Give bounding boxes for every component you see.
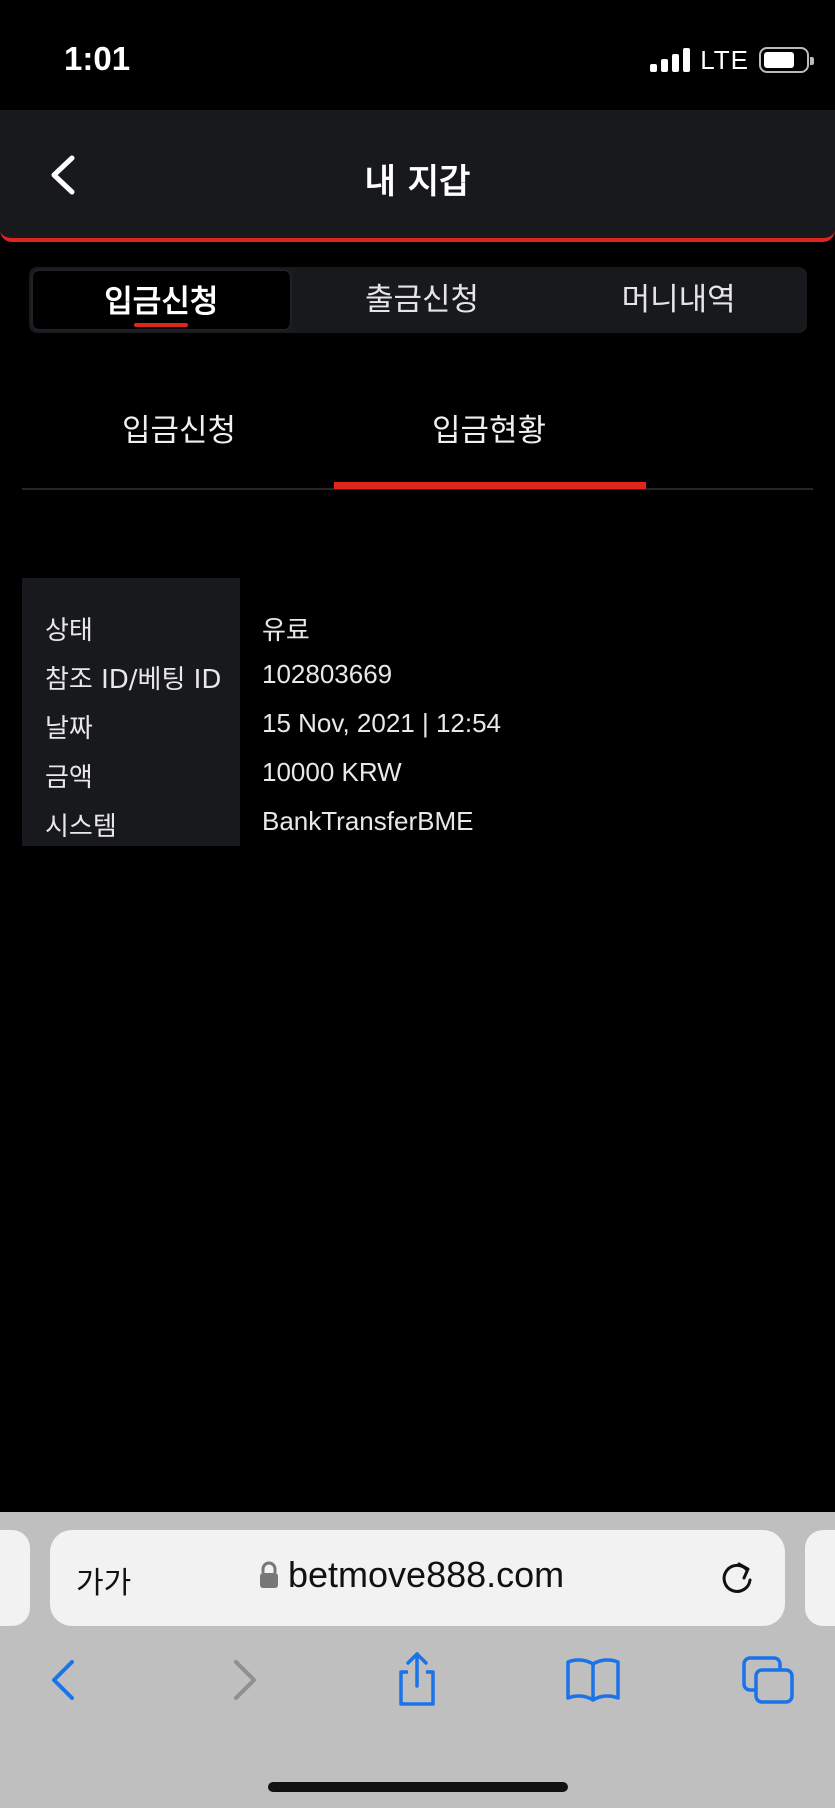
text-size-button[interactable]: 가가: [76, 1558, 131, 1602]
tab-label: 출금신청: [364, 282, 480, 318]
cellular-signal-icon: [650, 48, 691, 72]
browser-nav-row: [0, 1650, 835, 1730]
status-icons: LTE: [650, 44, 814, 76]
tab-money-history[interactable]: 머니내역: [550, 267, 807, 333]
page-title: 내 지갑: [364, 162, 471, 202]
status-time: 1:01: [64, 40, 131, 77]
tab-withdraw-request[interactable]: 출금신청: [294, 267, 551, 333]
chevron-right-icon: [234, 1660, 256, 1700]
row-label-reference-id: 참조 ID/베팅 ID: [45, 665, 222, 695]
row-value-status: 유료: [262, 615, 310, 645]
table-row: 시스템 BankTransferBME: [22, 806, 622, 855]
book-icon: [566, 1658, 620, 1702]
table-row: 금액 10000 KRW: [22, 757, 622, 806]
row-label-status: 상태: [45, 616, 93, 646]
address-bar[interactable]: 가가 betmove888.com: [50, 1530, 785, 1626]
row-label-date: 날짜: [45, 714, 93, 744]
share-button[interactable]: [387, 1650, 447, 1710]
share-icon: [399, 1652, 435, 1706]
table-row: 날짜 15 Nov, 2021 | 12:54: [22, 708, 622, 757]
battery-icon: [759, 47, 814, 73]
subtab-deposit-status[interactable]: 입금현황: [432, 405, 546, 450]
next-tab-preview[interactable]: [805, 1530, 835, 1626]
active-tab-indicator: [134, 323, 189, 327]
lock-icon: [260, 1561, 278, 1588]
row-label-amount: 금액: [45, 763, 93, 793]
tabs-button[interactable]: [738, 1650, 798, 1710]
tabs-icon: [742, 1656, 794, 1704]
wallet-tabs: 입금신청 출금신청 머니내역: [29, 267, 807, 333]
url-display[interactable]: betmove888.com: [258, 1554, 564, 1596]
chevron-left-icon: [52, 1660, 74, 1700]
row-value-reference-id: 102803669: [262, 659, 393, 689]
table-row: 상태 유료: [22, 610, 622, 659]
row-value-date: 15 Nov, 2021 | 12:54: [262, 708, 502, 738]
browser-toolbar: 가가 betmove888.com: [0, 1512, 835, 1808]
reload-icon: [722, 1562, 752, 1593]
url-text: betmove888.com: [288, 1554, 565, 1595]
app-header: 내 지갑: [0, 110, 835, 242]
row-label-system: 시스템: [45, 812, 117, 842]
previous-tab-preview[interactable]: [0, 1530, 30, 1626]
home-indicator[interactable]: [268, 1782, 568, 1792]
row-value-system: BankTransferBME: [262, 806, 474, 836]
tab-deposit-request[interactable]: 입금신청: [31, 269, 292, 331]
subtab-deposit-request[interactable]: 입금신청: [122, 405, 236, 450]
status-bar: 1:01 LTE: [0, 0, 835, 110]
active-subtab-indicator: [334, 482, 646, 489]
table-row: 참조 ID/베팅 ID 102803669: [22, 659, 622, 708]
browser-forward-button[interactable]: [214, 1650, 274, 1710]
reload-button[interactable]: [717, 1558, 757, 1598]
tab-label: 머니내역: [621, 282, 736, 318]
tab-label: 입금신청: [104, 284, 219, 320]
deposit-sub-tabs: 입금신청 입금현황: [22, 380, 813, 490]
bookmarks-button[interactable]: [563, 1650, 623, 1710]
browser-back-button[interactable]: [34, 1650, 94, 1710]
row-value-amount: 10000 KRW: [262, 757, 402, 787]
network-type: LTE: [700, 44, 749, 75]
text-size-label: 가가: [76, 1566, 132, 1601]
